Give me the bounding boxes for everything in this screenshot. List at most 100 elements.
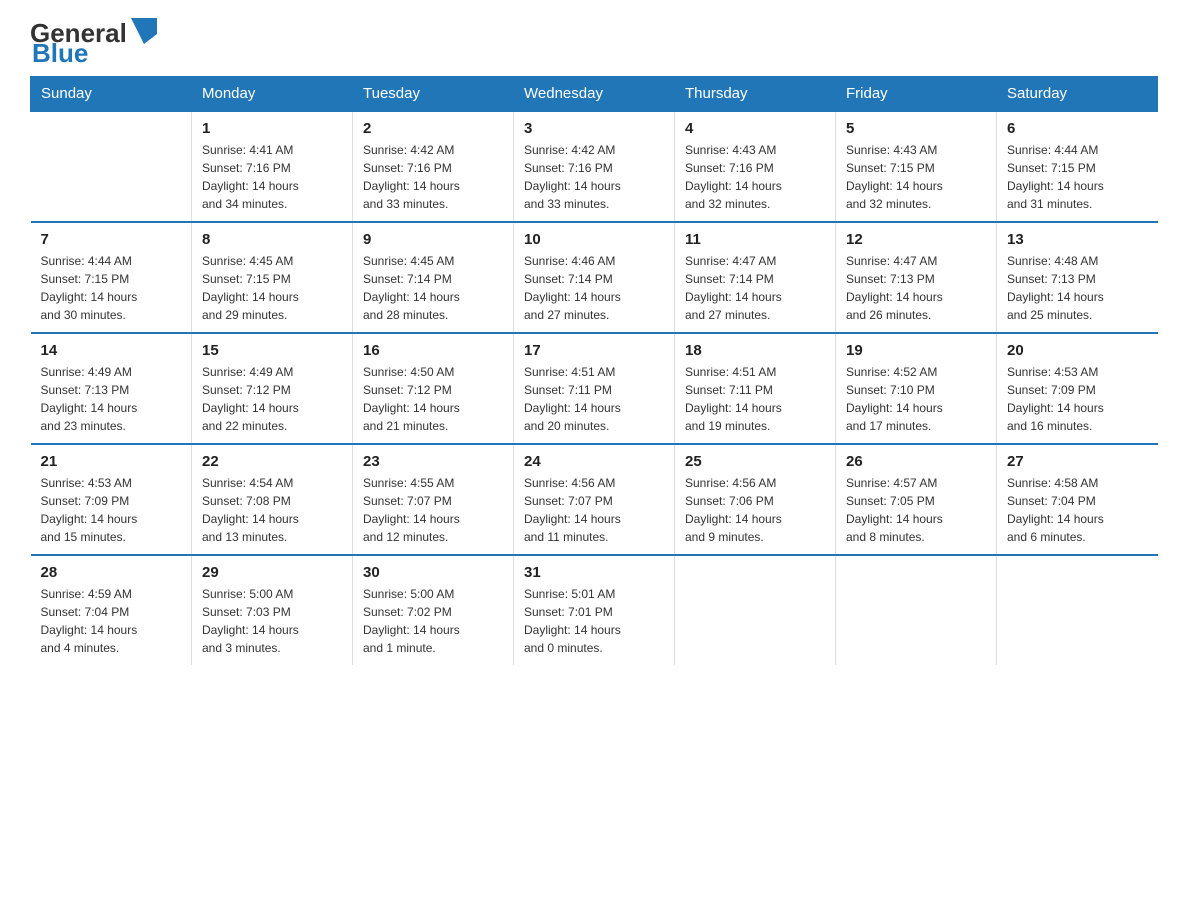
- header-tuesday: Tuesday: [353, 77, 514, 112]
- day-info: Sunrise: 4:43 AM Sunset: 7:16 PM Dayligh…: [685, 141, 825, 213]
- calendar-cell: 14 Sunrise: 4:49 AM Sunset: 7:13 PM Dayli…: [31, 333, 192, 444]
- day-number: 27: [1007, 453, 1148, 470]
- day-number: 12: [846, 231, 986, 248]
- day-info: Sunrise: 4:47 AM Sunset: 7:14 PM Dayligh…: [685, 252, 825, 324]
- day-info: Sunrise: 4:56 AM Sunset: 7:07 PM Dayligh…: [524, 474, 664, 546]
- day-number: 16: [363, 342, 503, 359]
- day-number: 24: [524, 453, 664, 470]
- header-sunday: Sunday: [31, 77, 192, 112]
- calendar-cell: 30 Sunrise: 5:00 AM Sunset: 7:02 PM Dayli…: [353, 555, 514, 665]
- calendar-cell: 17 Sunrise: 4:51 AM Sunset: 7:11 PM Dayli…: [514, 333, 675, 444]
- day-info: Sunrise: 4:54 AM Sunset: 7:08 PM Dayligh…: [202, 474, 342, 546]
- day-number: 9: [363, 231, 503, 248]
- day-number: 8: [202, 231, 342, 248]
- day-number: 15: [202, 342, 342, 359]
- day-number: 6: [1007, 120, 1148, 137]
- calendar-cell: 19 Sunrise: 4:52 AM Sunset: 7:10 PM Dayli…: [836, 333, 997, 444]
- day-info: Sunrise: 4:41 AM Sunset: 7:16 PM Dayligh…: [202, 141, 342, 213]
- calendar-cell: 2 Sunrise: 4:42 AM Sunset: 7:16 PM Daylig…: [353, 111, 514, 222]
- day-number: 17: [524, 342, 664, 359]
- day-info: Sunrise: 4:55 AM Sunset: 7:07 PM Dayligh…: [363, 474, 503, 546]
- calendar-week-row: 28Sunrise: 4:59 AM Sunset: 7:04 PM Dayli…: [31, 555, 1158, 665]
- day-info: Sunrise: 4:56 AM Sunset: 7:06 PM Dayligh…: [685, 474, 825, 546]
- day-number: 21: [41, 453, 182, 470]
- header-monday: Monday: [192, 77, 353, 112]
- day-info: Sunrise: 4:51 AM Sunset: 7:11 PM Dayligh…: [524, 363, 664, 435]
- calendar-cell: 16 Sunrise: 4:50 AM Sunset: 7:12 PM Dayli…: [353, 333, 514, 444]
- day-number: 5: [846, 120, 986, 137]
- calendar-cell: 29 Sunrise: 5:00 AM Sunset: 7:03 PM Dayli…: [192, 555, 353, 665]
- calendar-cell: 11 Sunrise: 4:47 AM Sunset: 7:14 PM Dayli…: [675, 222, 836, 333]
- day-info: Sunrise: 4:53 AM Sunset: 7:09 PM Dayligh…: [41, 474, 182, 546]
- logo-icon: [129, 16, 159, 46]
- day-number: 19: [846, 342, 986, 359]
- day-info: Sunrise: 4:46 AM Sunset: 7:14 PM Dayligh…: [524, 252, 664, 324]
- calendar-cell: 22 Sunrise: 4:54 AM Sunset: 7:08 PM Dayli…: [192, 444, 353, 555]
- day-number: 20: [1007, 342, 1148, 359]
- calendar-cell: 13 Sunrise: 4:48 AM Sunset: 7:13 PM Dayli…: [997, 222, 1158, 333]
- day-info: Sunrise: 4:48 AM Sunset: 7:13 PM Dayligh…: [1007, 252, 1148, 324]
- day-number: 3: [524, 120, 664, 137]
- day-info: Sunrise: 4:42 AM Sunset: 7:16 PM Dayligh…: [363, 141, 503, 213]
- day-info: Sunrise: 4:59 AM Sunset: 7:04 PM Dayligh…: [41, 585, 182, 657]
- calendar-cell: 6 Sunrise: 4:44 AM Sunset: 7:15 PM Daylig…: [997, 111, 1158, 222]
- day-info: Sunrise: 4:52 AM Sunset: 7:10 PM Dayligh…: [846, 363, 986, 435]
- day-number: 4: [685, 120, 825, 137]
- day-number: 18: [685, 342, 825, 359]
- calendar-cell: 9Sunrise: 4:45 AM Sunset: 7:14 PM Daylig…: [353, 222, 514, 333]
- calendar-header-row: SundayMondayTuesdayWednesdayThursdayFrid…: [31, 77, 1158, 112]
- day-number: 14: [41, 342, 182, 359]
- day-number: 13: [1007, 231, 1148, 248]
- calendar-cell: [675, 555, 836, 665]
- header-wednesday: Wednesday: [514, 77, 675, 112]
- day-info: Sunrise: 4:45 AM Sunset: 7:15 PM Dayligh…: [202, 252, 342, 324]
- day-info: Sunrise: 4:50 AM Sunset: 7:12 PM Dayligh…: [363, 363, 503, 435]
- header-thursday: Thursday: [675, 77, 836, 112]
- day-info: Sunrise: 4:42 AM Sunset: 7:16 PM Dayligh…: [524, 141, 664, 213]
- calendar-week-row: 7 Sunrise: 4:44 AM Sunset: 7:15 PM Daylig…: [31, 222, 1158, 333]
- day-info: Sunrise: 4:53 AM Sunset: 7:09 PM Dayligh…: [1007, 363, 1148, 435]
- day-number: 23: [363, 453, 503, 470]
- day-info: Sunrise: 4:49 AM Sunset: 7:13 PM Dayligh…: [41, 363, 182, 435]
- calendar-cell: 23 Sunrise: 4:55 AM Sunset: 7:07 PM Dayli…: [353, 444, 514, 555]
- day-info: Sunrise: 5:01 AM Sunset: 7:01 PM Dayligh…: [524, 585, 664, 657]
- day-number: 2: [363, 120, 503, 137]
- day-number: 30: [363, 564, 503, 581]
- day-info: Sunrise: 4:44 AM Sunset: 7:15 PM Dayligh…: [41, 252, 182, 324]
- page-header: General Blue: [30, 20, 1158, 66]
- day-number: 29: [202, 564, 342, 581]
- calendar-cell: 21 Sunrise: 4:53 AM Sunset: 7:09 PM Dayli…: [31, 444, 192, 555]
- calendar-cell: 20 Sunrise: 4:53 AM Sunset: 7:09 PM Dayli…: [997, 333, 1158, 444]
- day-number: 1: [202, 120, 342, 137]
- header-saturday: Saturday: [997, 77, 1158, 112]
- day-info: Sunrise: 4:57 AM Sunset: 7:05 PM Dayligh…: [846, 474, 986, 546]
- header-friday: Friday: [836, 77, 997, 112]
- calendar-cell: 5 Sunrise: 4:43 AM Sunset: 7:15 PM Daylig…: [836, 111, 997, 222]
- calendar-cell: 28Sunrise: 4:59 AM Sunset: 7:04 PM Dayli…: [31, 555, 192, 665]
- day-info: Sunrise: 4:51 AM Sunset: 7:11 PM Dayligh…: [685, 363, 825, 435]
- calendar-cell: 4 Sunrise: 4:43 AM Sunset: 7:16 PM Daylig…: [675, 111, 836, 222]
- calendar-cell: [836, 555, 997, 665]
- day-number: 31: [524, 564, 664, 581]
- calendar-cell: 25Sunrise: 4:56 AM Sunset: 7:06 PM Dayli…: [675, 444, 836, 555]
- day-number: 7: [41, 231, 182, 248]
- calendar-cell: 18 Sunrise: 4:51 AM Sunset: 7:11 PM Dayli…: [675, 333, 836, 444]
- day-info: Sunrise: 4:44 AM Sunset: 7:15 PM Dayligh…: [1007, 141, 1148, 213]
- day-number: 10: [524, 231, 664, 248]
- calendar-cell: 26Sunrise: 4:57 AM Sunset: 7:05 PM Dayli…: [836, 444, 997, 555]
- calendar-cell: 24 Sunrise: 4:56 AM Sunset: 7:07 PM Dayli…: [514, 444, 675, 555]
- calendar-cell: [31, 111, 192, 222]
- calendar-week-row: 21 Sunrise: 4:53 AM Sunset: 7:09 PM Dayli…: [31, 444, 1158, 555]
- calendar-week-row: 1 Sunrise: 4:41 AM Sunset: 7:16 PM Daylig…: [31, 111, 1158, 222]
- calendar-cell: 7 Sunrise: 4:44 AM Sunset: 7:15 PM Daylig…: [31, 222, 192, 333]
- day-info: Sunrise: 4:49 AM Sunset: 7:12 PM Dayligh…: [202, 363, 342, 435]
- day-number: 11: [685, 231, 825, 248]
- day-number: 22: [202, 453, 342, 470]
- calendar-cell: [997, 555, 1158, 665]
- day-info: Sunrise: 5:00 AM Sunset: 7:02 PM Dayligh…: [363, 585, 503, 657]
- day-info: Sunrise: 4:47 AM Sunset: 7:13 PM Dayligh…: [846, 252, 986, 324]
- day-info: Sunrise: 4:43 AM Sunset: 7:15 PM Dayligh…: [846, 141, 986, 213]
- calendar-week-row: 14 Sunrise: 4:49 AM Sunset: 7:13 PM Dayli…: [31, 333, 1158, 444]
- calendar-cell: 10 Sunrise: 4:46 AM Sunset: 7:14 PM Dayli…: [514, 222, 675, 333]
- day-info: Sunrise: 5:00 AM Sunset: 7:03 PM Dayligh…: [202, 585, 342, 657]
